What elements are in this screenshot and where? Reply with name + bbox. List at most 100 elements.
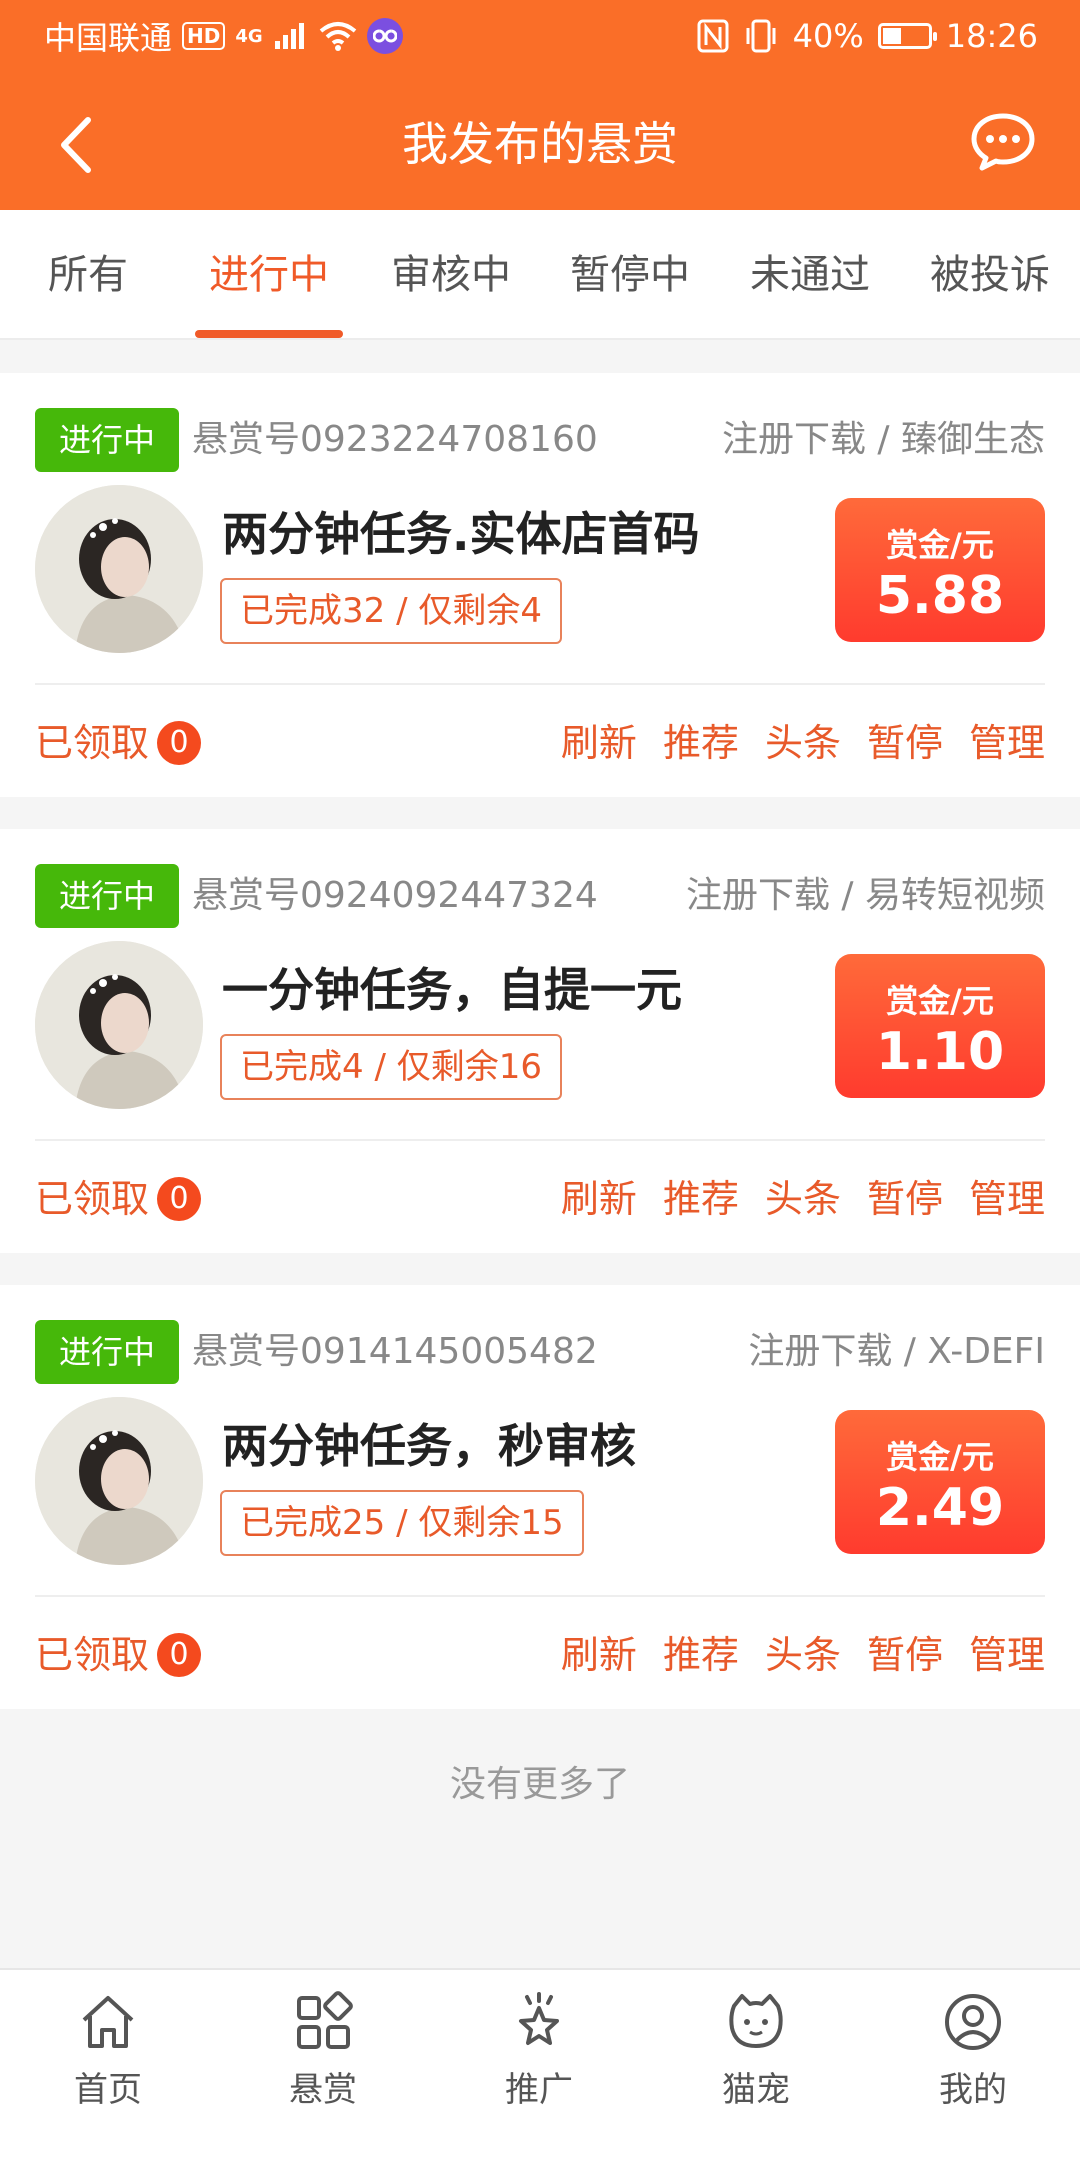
nav-promote[interactable]: 推广 xyxy=(469,1990,609,2140)
task-category: 注册下载 / 臻御生态 xyxy=(721,419,1045,460)
bounty-card[interactable]: 进行中 悬赏号0914145005482 注册下载 / X-DEFI 两分钟任务… xyxy=(0,1285,1080,1709)
cat-icon xyxy=(729,1994,783,2048)
manage-button[interactable]: 管理 xyxy=(969,709,1045,777)
progress-tag: 已完成32 / 仅剩余4 xyxy=(220,578,562,644)
divider xyxy=(35,683,1045,685)
card-actions: 刷新 推荐 头条 暂停 管理 xyxy=(561,1165,1045,1233)
task-title: 两分钟任务.实体店首码 xyxy=(222,507,700,561)
task-category: 注册下载 / X-DEFI xyxy=(748,1331,1045,1372)
status-badge: 进行中 xyxy=(35,408,179,472)
bottom-nav: 首页 悬赏 推广 猫宠 我的 xyxy=(0,1968,1080,2160)
status-right: 40% 18:26 xyxy=(697,16,1038,56)
claimed-count-badge: 0 xyxy=(157,1177,202,1221)
manage-button[interactable]: 管理 xyxy=(969,1165,1045,1233)
reward-box: 赏金/元 1.10 xyxy=(835,954,1045,1098)
refresh-button[interactable]: 刷新 xyxy=(561,709,637,777)
reward-box: 赏金/元 2.49 xyxy=(835,1410,1045,1554)
headline-button[interactable]: 头条 xyxy=(765,1621,841,1689)
nav-bounty-label: 悬赏 xyxy=(289,2070,357,2110)
status-tabs: 所有 进行中 审核中 暂停中 未通过 被投诉 xyxy=(0,210,1080,340)
progress-tag: 已完成25 / 仅剩余15 xyxy=(220,1490,584,1556)
divider xyxy=(35,1139,1045,1141)
hd-badge: HD xyxy=(182,22,226,50)
recommend-button[interactable]: 推荐 xyxy=(663,1621,739,1689)
task-title: 一分钟任务，自提一元 xyxy=(222,963,682,1017)
nav-promote-label: 推广 xyxy=(505,2070,573,2110)
progress-tag: 已完成4 / 仅剩余16 xyxy=(220,1034,562,1100)
battery-percent: 40% xyxy=(792,17,864,55)
user-icon xyxy=(945,1994,1001,2050)
apps-icon xyxy=(297,1991,353,2049)
app-header: 中国联通 HD 4G 40% 18:26 我发布的悬赏 xyxy=(0,0,1080,210)
avatar xyxy=(35,1397,203,1565)
carrier-name: 中国联通 xyxy=(44,19,173,57)
network-type: 4G xyxy=(235,25,263,47)
nfc-icon xyxy=(697,19,729,53)
tab-in-progress[interactable]: 进行中 xyxy=(176,210,362,340)
battery-icon xyxy=(877,23,937,49)
tab-complained[interactable]: 被投诉 xyxy=(900,210,1080,340)
bounty-number: 悬赏号0923224708160 xyxy=(192,419,598,460)
recommend-button[interactable]: 推荐 xyxy=(663,709,739,777)
nav-mine[interactable]: 我的 xyxy=(903,1990,1043,2140)
claimed-count-row: 已领取 0 xyxy=(35,1165,202,1233)
nav-bounty[interactable]: 悬赏 xyxy=(253,1990,393,2140)
card-actions: 刷新 推荐 头条 暂停 管理 xyxy=(561,1621,1045,1689)
reward-label: 赏金/元 xyxy=(886,1438,994,1476)
claimed-count-badge: 0 xyxy=(157,1633,202,1677)
status-bar: 中国联通 HD 4G 40% 18:26 xyxy=(0,0,1080,72)
vibrate-icon xyxy=(746,19,776,53)
end-of-list-text: 没有更多了 xyxy=(449,1764,630,1805)
claimed-label: 已领取 xyxy=(35,1633,150,1677)
reward-value: 2.49 xyxy=(875,1478,1005,1538)
claimed-label: 已领取 xyxy=(35,1177,150,1221)
reward-label: 赏金/元 xyxy=(886,526,994,564)
pause-button[interactable]: 暂停 xyxy=(867,709,943,777)
reward-value: 5.88 xyxy=(875,566,1005,626)
claimed-label: 已领取 xyxy=(35,721,150,765)
status-left: 中国联通 HD 4G xyxy=(44,16,403,57)
bounty-card[interactable]: 进行中 悬赏号0923224708160 注册下载 / 臻御生态 两分钟任务.实… xyxy=(0,373,1080,797)
card-actions: 刷新 推荐 头条 暂停 管理 xyxy=(561,709,1045,777)
status-badge: 进行中 xyxy=(35,1320,179,1384)
app-notification-icon xyxy=(366,18,403,54)
nav-pets-label: 猫宠 xyxy=(722,2070,790,2110)
tab-rejected[interactable]: 未通过 xyxy=(720,210,900,340)
reward-value: 1.10 xyxy=(875,1022,1005,1082)
nav-home-label: 首页 xyxy=(74,2070,142,2110)
pause-button[interactable]: 暂停 xyxy=(867,1621,943,1689)
manage-button[interactable]: 管理 xyxy=(969,1621,1045,1689)
tab-all[interactable]: 所有 xyxy=(0,210,176,340)
refresh-button[interactable]: 刷新 xyxy=(561,1621,637,1689)
claimed-count-row: 已领取 0 xyxy=(35,709,202,777)
page-title: 我发布的悬赏 xyxy=(402,117,678,171)
headline-button[interactable]: 头条 xyxy=(765,709,841,777)
clock: 18:26 xyxy=(945,17,1038,55)
pause-button[interactable]: 暂停 xyxy=(867,1165,943,1233)
status-badge: 进行中 xyxy=(35,864,179,928)
tab-reviewing[interactable]: 审核中 xyxy=(362,210,540,340)
task-title: 两分钟任务，秒审核 xyxy=(222,1419,636,1473)
active-tab-indicator xyxy=(195,330,343,338)
nav-pets[interactable]: 猫宠 xyxy=(686,1990,826,2140)
nav-mine-label: 我的 xyxy=(939,2070,1007,2110)
avatar xyxy=(35,485,203,653)
claimed-count-badge: 0 xyxy=(157,721,202,765)
reward-label: 赏金/元 xyxy=(886,982,994,1020)
claimed-count-row: 已领取 0 xyxy=(35,1621,202,1689)
refresh-button[interactable]: 刷新 xyxy=(561,1165,637,1233)
nav-home[interactable]: 首页 xyxy=(38,1990,178,2140)
avatar xyxy=(35,941,203,1109)
headline-button[interactable]: 头条 xyxy=(765,1165,841,1233)
tab-paused[interactable]: 暂停中 xyxy=(540,210,720,340)
signal-icon xyxy=(274,23,304,49)
recommend-button[interactable]: 推荐 xyxy=(663,1165,739,1233)
star-promo-icon xyxy=(519,1992,559,2045)
bounty-number: 悬赏号0924092447324 xyxy=(192,875,598,916)
reward-box: 赏金/元 5.88 xyxy=(835,498,1045,642)
bounty-number: 悬赏号0914145005482 xyxy=(192,1331,598,1372)
bounty-card[interactable]: 进行中 悬赏号0924092447324 注册下载 / 易转短视频 一分钟任务，… xyxy=(0,829,1080,1253)
chat-bubble-icon[interactable] xyxy=(970,112,1036,172)
wifi-icon xyxy=(319,22,356,51)
task-category: 注册下载 / 易转短视频 xyxy=(685,875,1045,916)
